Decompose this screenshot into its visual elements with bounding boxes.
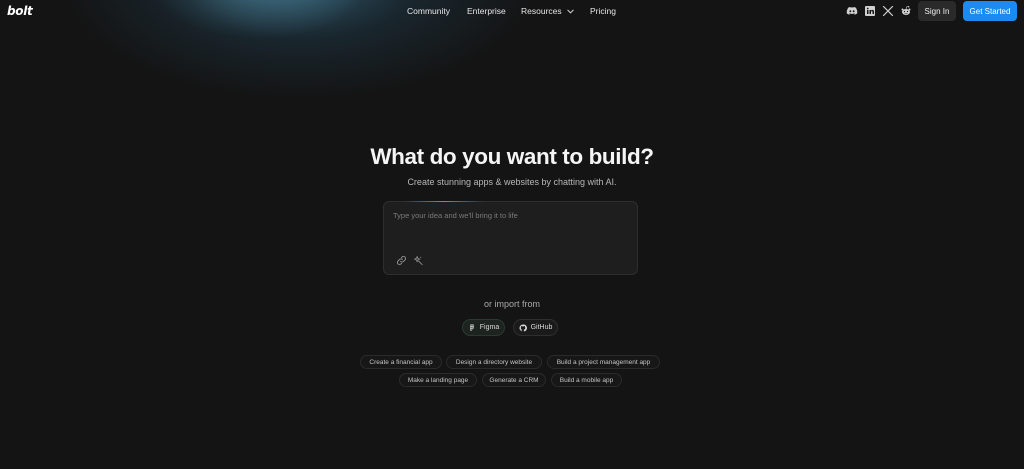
import-figma-button[interactable]: Figma — [462, 319, 505, 336]
figma-icon — [469, 323, 474, 331]
page: bolt Community Enterprise Resources Pric… — [0, 0, 1024, 469]
attach-link-icon[interactable] — [396, 255, 407, 266]
nav-pricing[interactable]: Pricing — [590, 6, 616, 16]
top-header: bolt Community Enterprise Resources Pric… — [0, 0, 1024, 22]
chevron-down-icon — [566, 9, 574, 13]
import-figma-label: Figma — [479, 324, 500, 331]
github-icon — [519, 323, 527, 331]
prompt-input[interactable] — [393, 211, 629, 247]
nav-enterprise[interactable]: Enterprise — [467, 6, 506, 16]
suggestion-chip[interactable]: Create a financial app — [360, 355, 442, 369]
discord-icon[interactable] — [846, 5, 858, 17]
prompt-highlight-line — [404, 201, 484, 202]
import-github-label: GitHub — [530, 324, 553, 331]
sign-in-button[interactable]: Sign In — [918, 1, 956, 21]
linkedin-icon[interactable] — [864, 5, 876, 17]
nav-resources[interactable]: Resources — [521, 6, 575, 16]
import-github-button[interactable]: GitHub — [513, 319, 558, 336]
nav-community[interactable]: Community — [407, 6, 450, 16]
nav-resources-label: Resources — [521, 6, 562, 16]
enhance-prompt-icon[interactable] — [413, 255, 424, 266]
import-label: or import from — [483, 299, 540, 309]
x-icon[interactable] — [882, 5, 894, 17]
page-subtitle: Create stunning apps & websites by chatt… — [407, 177, 617, 187]
reddit-icon[interactable] — [900, 5, 912, 17]
page-title: What do you want to build? — [370, 144, 654, 169]
suggestion-chip[interactable]: Generate a CRM — [482, 373, 546, 387]
suggestion-chip[interactable]: Build a project management app — [547, 355, 660, 369]
get-started-button[interactable]: Get Started — [963, 1, 1017, 21]
prompt-box — [383, 201, 638, 275]
suggestion-chip[interactable]: Make a landing page — [399, 373, 477, 387]
suggestion-chip[interactable]: Design a directory website — [446, 355, 542, 369]
suggestion-chip[interactable]: Build a mobile app — [551, 373, 622, 387]
